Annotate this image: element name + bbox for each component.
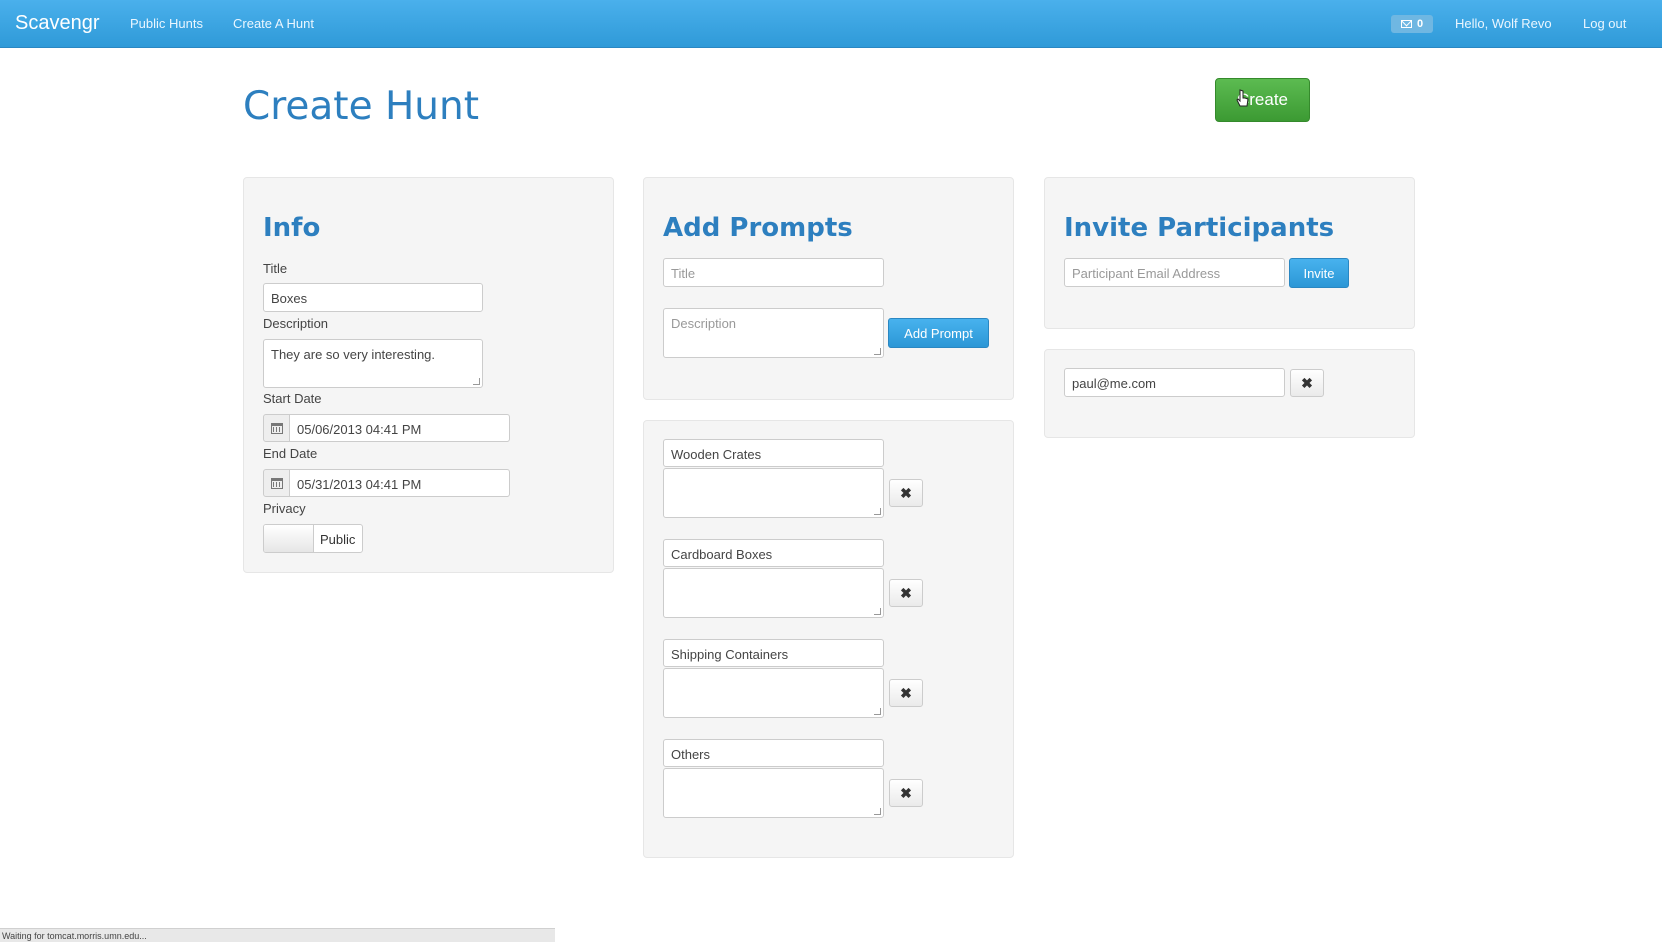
- page-title: Create Hunt: [243, 84, 480, 129]
- end-date-input[interactable]: 05/31/2013 04:41 PM: [289, 469, 510, 497]
- privacy-toggle-label: Public: [320, 532, 356, 547]
- prompt-item-description-textarea[interactable]: [663, 668, 884, 718]
- calendar-icon: [270, 422, 283, 434]
- remove-participant-button[interactable]: ✖: [1290, 369, 1324, 397]
- create-button[interactable]: Create: [1215, 78, 1310, 122]
- invite-participants-heading: Invite Participants: [1064, 213, 1335, 243]
- prompt-title-input[interactable]: Title: [663, 258, 884, 287]
- privacy-toggle-knob[interactable]: [264, 525, 314, 552]
- privacy-label: Privacy: [263, 501, 306, 516]
- invite-participants-panel: [1044, 177, 1415, 329]
- remove-prompt-button[interactable]: ✖: [889, 579, 923, 607]
- add-prompts-heading: Add Prompts: [663, 213, 853, 243]
- info-heading: Info: [263, 213, 321, 243]
- remove-icon: ✖: [1301, 374, 1313, 391]
- start-date-label: Start Date: [263, 391, 322, 406]
- hunt-title-input[interactable]: Boxes: [263, 283, 483, 312]
- remove-prompt-button[interactable]: ✖: [889, 779, 923, 807]
- invited-email-input[interactable]: paul@me.com: [1064, 368, 1285, 397]
- participant-email-input[interactable]: Participant Email Address: [1064, 258, 1285, 287]
- remove-icon: ✖: [900, 484, 912, 501]
- start-date-input[interactable]: 05/06/2013 04:41 PM: [289, 414, 510, 442]
- calendar-icon: [270, 477, 283, 489]
- top-navbar: Scavengr Public Hunts Create A Hunt 0 He…: [0, 0, 1662, 48]
- logout-link[interactable]: Log out: [1583, 16, 1626, 31]
- remove-icon: ✖: [900, 584, 912, 601]
- prompt-description-textarea[interactable]: Description: [663, 308, 884, 358]
- privacy-toggle[interactable]: Public: [263, 524, 363, 553]
- remove-icon: ✖: [900, 784, 912, 801]
- add-prompts-panel: [643, 177, 1014, 400]
- prompt-item-title-input[interactable]: Others: [663, 739, 884, 767]
- messages-badge[interactable]: 0: [1391, 15, 1433, 33]
- prompt-item-description-textarea[interactable]: [663, 468, 884, 518]
- mouse-cursor-icon: [1236, 89, 1249, 107]
- prompt-item-title-input[interactable]: Wooden Crates: [663, 439, 884, 467]
- hunt-description-textarea[interactable]: They are so very interesting.: [263, 339, 483, 388]
- nav-create-hunt[interactable]: Create A Hunt: [233, 16, 314, 31]
- brand-logo[interactable]: Scavengr: [15, 12, 100, 35]
- prompt-item-title-input[interactable]: Cardboard Boxes: [663, 539, 884, 567]
- add-prompt-button[interactable]: Add Prompt: [888, 318, 989, 348]
- end-date-calendar-button[interactable]: [263, 469, 290, 497]
- remove-icon: ✖: [900, 684, 912, 701]
- prompt-item-title-input[interactable]: Shipping Containers: [663, 639, 884, 667]
- messages-count: 0: [1416, 18, 1424, 30]
- remove-prompt-button[interactable]: ✖: [889, 479, 923, 507]
- start-date-calendar-button[interactable]: [263, 414, 290, 442]
- user-greeting[interactable]: Hello, Wolf Revo: [1455, 16, 1552, 31]
- prompt-item-description-textarea[interactable]: [663, 768, 884, 818]
- title-label: Title: [263, 261, 288, 276]
- description-label: Description: [263, 316, 329, 331]
- remove-prompt-button[interactable]: ✖: [889, 679, 923, 707]
- prompt-item-description-textarea[interactable]: [663, 568, 884, 618]
- invite-button[interactable]: Invite: [1289, 258, 1349, 288]
- end-date-label: End Date: [263, 446, 318, 461]
- nav-public-hunts[interactable]: Public Hunts: [130, 16, 203, 31]
- envelope-icon: [1400, 20, 1412, 28]
- browser-status-bar: Waiting for tomcat.morris.umn.edu...: [0, 928, 555, 942]
